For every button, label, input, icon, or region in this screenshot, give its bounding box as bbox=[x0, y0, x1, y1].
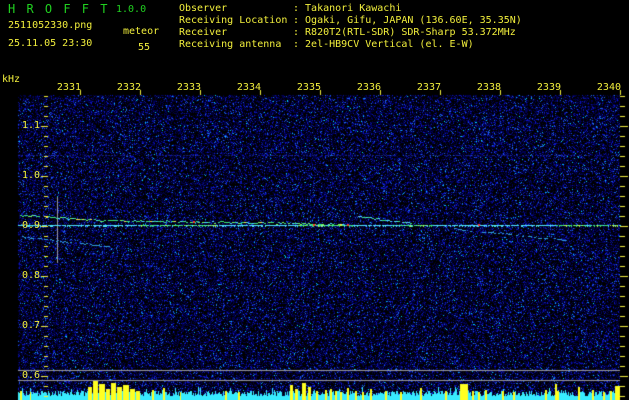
filename-label: 2511052330.png bbox=[8, 20, 93, 31]
time-label: 2335 bbox=[296, 82, 321, 93]
mode-label: meteor bbox=[123, 26, 160, 37]
datetime-label: 25.11.05 23:30 bbox=[8, 38, 93, 49]
info-separator: : bbox=[293, 15, 300, 26]
info-value: Ogaki, Gifu, JAPAN (136.60E, 35.35N) bbox=[305, 15, 522, 26]
freq-label: 0.7 bbox=[21, 320, 40, 331]
info-label: Receiving antenna bbox=[179, 39, 282, 50]
info-row: Receiving Location: Ogaki, Gifu, JAPAN (1… bbox=[179, 15, 522, 27]
info-label: Receiver bbox=[179, 27, 228, 38]
hrofft-window: H R O F F T 1.0.0 2511052330.png meteor … bbox=[0, 0, 629, 400]
freq-label: 1.0 bbox=[21, 170, 40, 181]
time-label: 2334 bbox=[236, 82, 261, 93]
info-separator: : bbox=[293, 3, 300, 14]
time-label: 2337 bbox=[416, 82, 441, 93]
info-label: Observer bbox=[179, 3, 228, 14]
freq-label: 1.1 bbox=[21, 120, 40, 131]
info-value: Takanori Kawachi bbox=[305, 3, 402, 14]
app-version: 1.0.0 bbox=[116, 4, 147, 15]
app-title: H R O F F T bbox=[8, 2, 110, 16]
time-label: 2331 bbox=[56, 82, 81, 93]
info-row: Receiving antenna:2el-HB9CV Vertical (el… bbox=[179, 39, 522, 51]
info-row: Observer: Takanori Kawachi bbox=[179, 3, 522, 15]
station-info: Observer: Takanori Kawachi Receiving Locat… bbox=[179, 3, 522, 51]
time-label: 2336 bbox=[356, 82, 381, 93]
info-value: 2el-HB9CV Vertical (el. E-W) bbox=[305, 39, 474, 50]
freq-label: 0.6 bbox=[21, 370, 40, 381]
info-row: Receiver: R820T2(RTL-SDR) SDR-Sharp 53.37… bbox=[179, 27, 522, 39]
info-label: Receiving Location bbox=[179, 15, 288, 26]
time-label: 2339 bbox=[536, 82, 561, 93]
time-label: 2338 bbox=[476, 82, 501, 93]
freq-unit-label: kHz bbox=[2, 74, 21, 85]
meteor-count: 55 bbox=[138, 42, 151, 53]
spectrogram-canvas bbox=[0, 0, 629, 400]
info-value: R820T2(RTL-SDR) SDR-Sharp 53.372MHz bbox=[305, 27, 516, 38]
time-label: 2333 bbox=[176, 82, 201, 93]
time-label: 2332 bbox=[116, 82, 141, 93]
freq-label: 0.8 bbox=[21, 270, 40, 281]
freq-label: 0.9 bbox=[21, 220, 40, 231]
info-separator: : bbox=[293, 27, 300, 38]
time-label: 2340 bbox=[596, 82, 621, 93]
info-separator: : bbox=[293, 39, 300, 50]
